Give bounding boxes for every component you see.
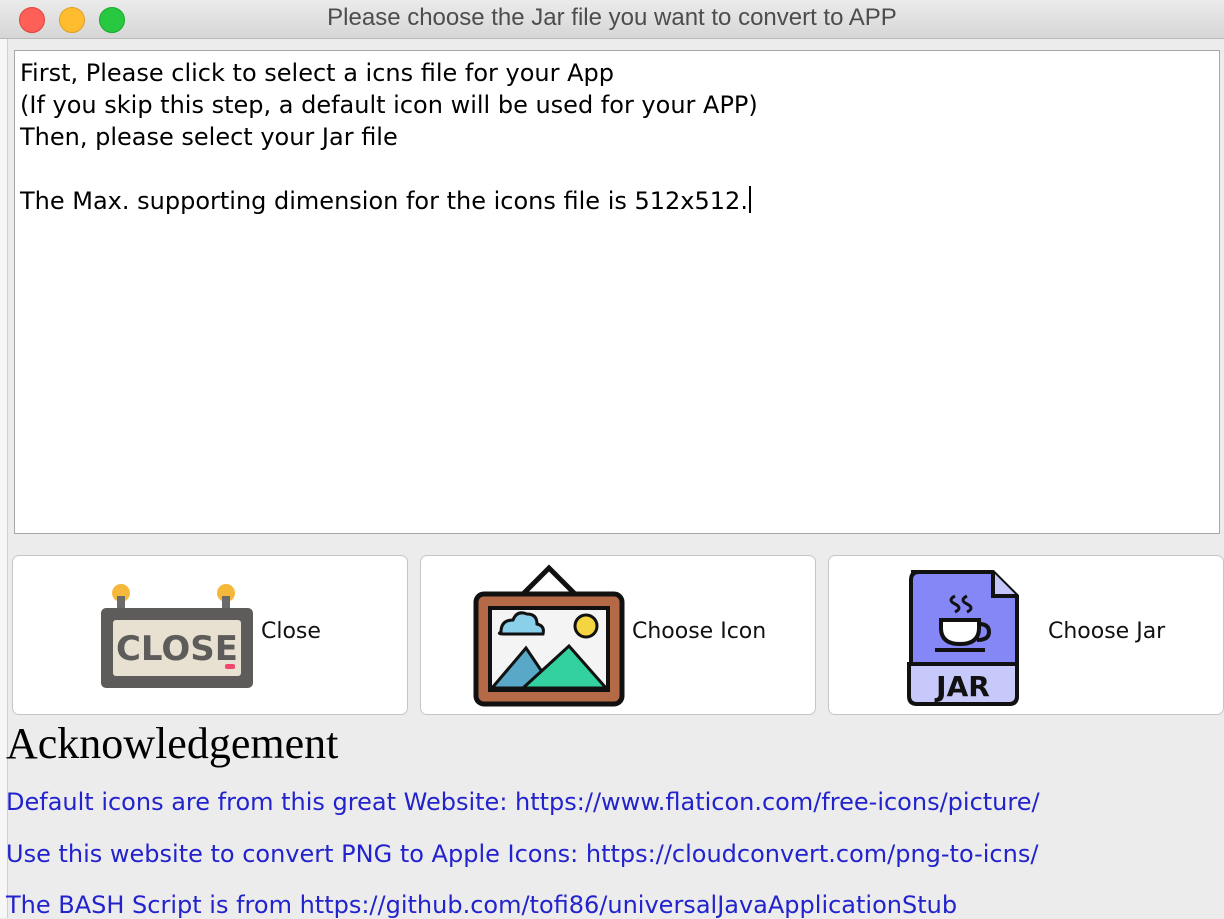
instruction-line: The Max. supporting dimension for the ic… (20, 187, 748, 215)
choose-jar-button-label: Choose Jar (1048, 619, 1166, 644)
background-window-edge (0, 39, 8, 918)
close-sign-icon: CLOSE (101, 584, 253, 688)
instruction-line: Then, please select your Jar file (20, 123, 398, 151)
choose-icon-button-label: Choose Icon (632, 619, 767, 644)
cloudconvert-link[interactable]: Use this website to convert PNG to Apple… (6, 840, 1038, 868)
title-bar: Please choose the Jar file you want to c… (0, 0, 1224, 39)
instructions-text-area[interactable]: First, Please click to select a icns fil… (14, 50, 1220, 534)
instruction-line: First, Please click to select a icns fil… (20, 59, 615, 87)
framed-picture-icon (473, 564, 625, 707)
svg-text:CLOSE: CLOSE (116, 629, 238, 669)
choose-jar-button[interactable]: JAR Choose Jar (828, 555, 1224, 715)
window-title: Please choose the Jar file you want to c… (327, 4, 897, 31)
text-caret (748, 186, 751, 213)
svg-text:JAR: JAR (934, 670, 990, 703)
choose-icon-button[interactable]: Choose Icon (420, 555, 816, 715)
close-button[interactable]: CLOSE Close (12, 555, 408, 715)
close-button-label: Close (261, 619, 321, 644)
github-stub-link[interactable]: The BASH Script is from https://github.c… (6, 891, 957, 919)
flaticon-link[interactable]: Default icons are from this great Websit… (6, 788, 1040, 816)
instruction-line: (If you skip this step, a default icon w… (20, 91, 758, 119)
acknowledgement-heading: Acknowledgement (6, 719, 339, 768)
jar-file-icon: JAR (907, 570, 1019, 706)
